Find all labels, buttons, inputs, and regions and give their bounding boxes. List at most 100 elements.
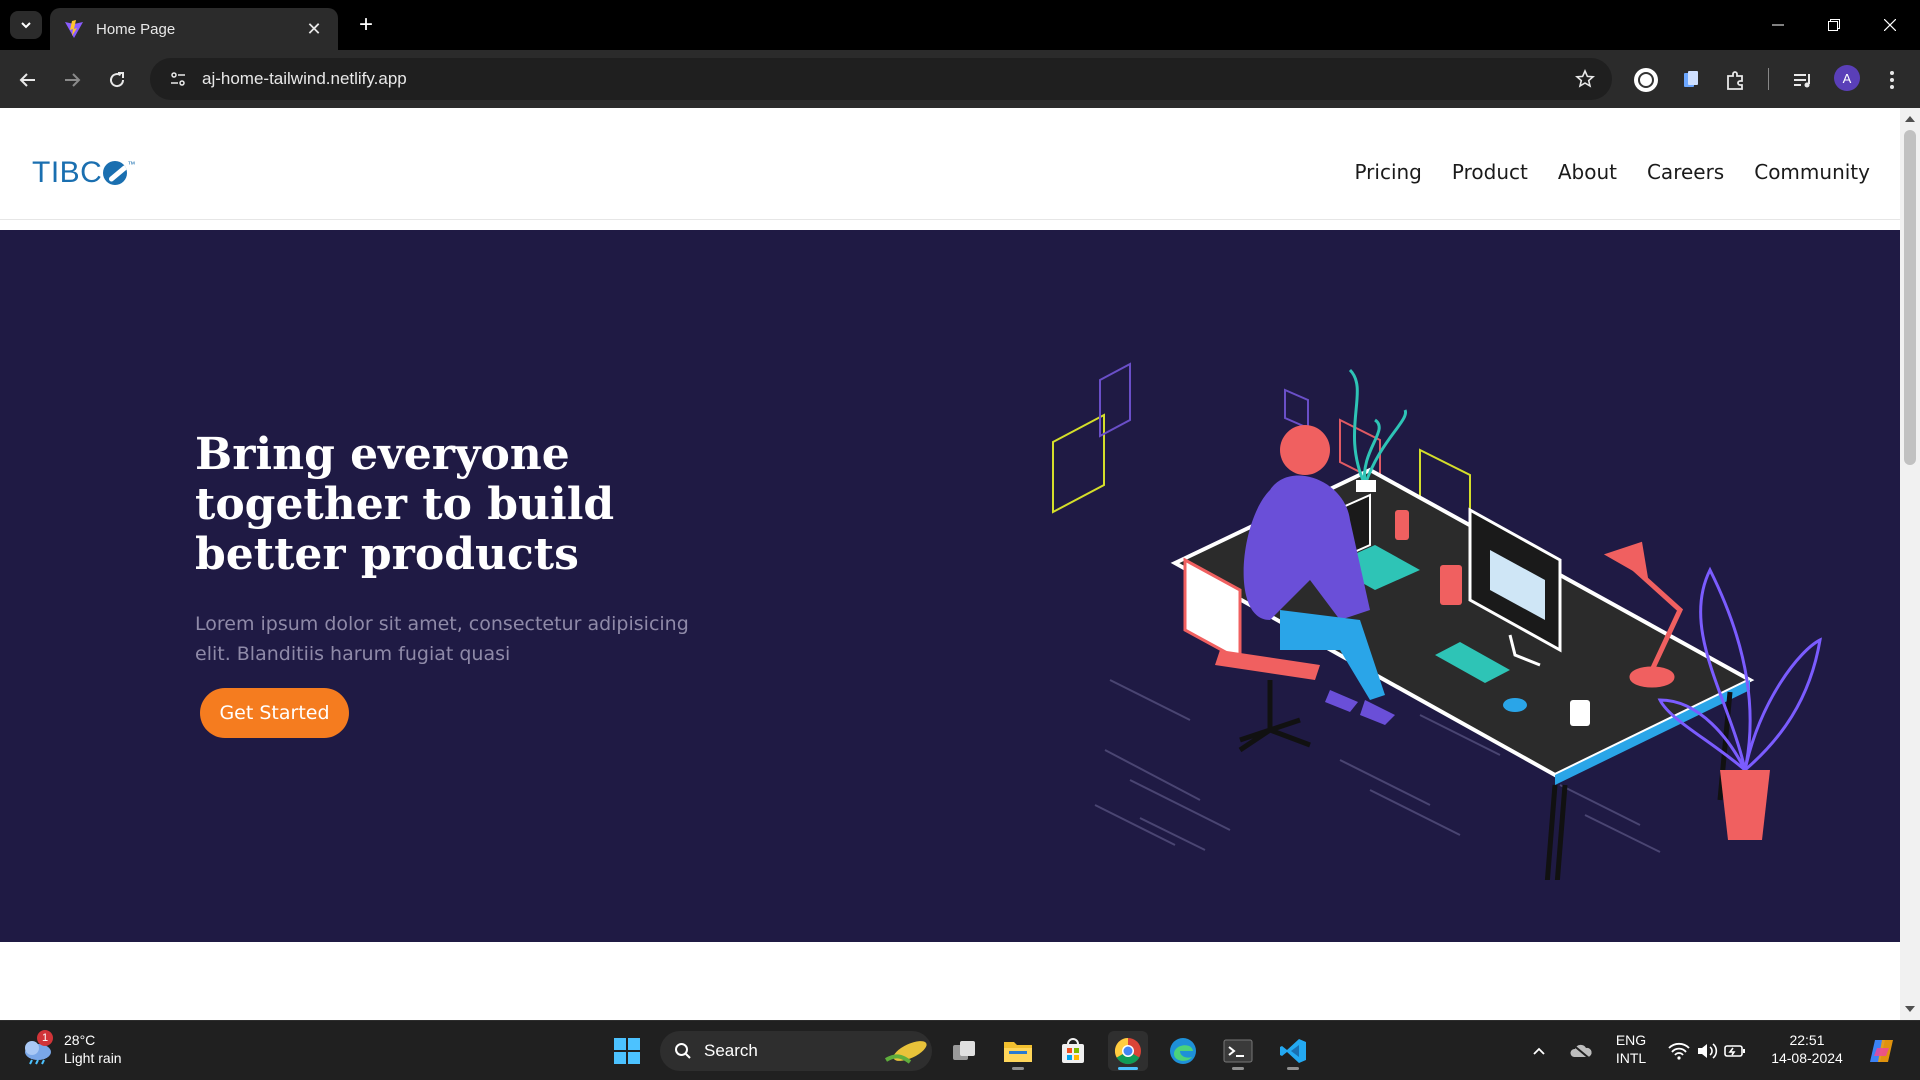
task-view-button[interactable]: [944, 1031, 984, 1071]
weather-temp: 28°C: [64, 1032, 96, 1048]
corn-highlight-icon: [884, 1041, 927, 1064]
edge-icon: [1170, 1038, 1196, 1064]
weather-condition: Light rain: [64, 1050, 122, 1066]
nav-link-product[interactable]: Product: [1452, 160, 1528, 184]
nav-link-about[interactable]: About: [1558, 160, 1617, 184]
page-viewport: TIBC ™ Pricing Product About Careers Com…: [0, 108, 1900, 1020]
edge-button[interactable]: [1163, 1031, 1203, 1071]
arrow-left-icon: [19, 73, 35, 87]
show-hidden-icons-button[interactable]: [1524, 1031, 1554, 1071]
clock-time: 22:51: [1789, 1032, 1825, 1048]
chrome-button[interactable]: [1108, 1031, 1148, 1071]
minimize-icon: [1772, 24, 1784, 26]
language-bottom: INTL: [1615, 1050, 1647, 1066]
rain-cloud-icon: 1: [20, 1030, 54, 1066]
vscode-icon: [1280, 1039, 1306, 1063]
terminal-button[interactable]: [1218, 1031, 1258, 1071]
chrome-icon: [1114, 1037, 1141, 1065]
start-button[interactable]: [607, 1031, 647, 1071]
logo-text: TIBC: [32, 156, 103, 189]
hero-title: Bring everyone together to build better …: [195, 429, 615, 580]
store-bag-icon: [1062, 1038, 1084, 1063]
extension-docs-icon[interactable]: [1675, 64, 1707, 96]
quick-settings-button[interactable]: [1660, 1031, 1754, 1071]
running-indicator: [1232, 1067, 1244, 1070]
folder-icon: [1004, 1042, 1032, 1062]
main-nav: Pricing Product About Careers Community: [1354, 160, 1870, 184]
reload-icon: [110, 72, 125, 88]
extension-circle-icon[interactable]: [1630, 64, 1662, 96]
tab-title: Home Page: [96, 20, 176, 38]
copilot-icon: [1870, 1040, 1893, 1062]
language-indicator[interactable]: ENG INTL: [1606, 1031, 1656, 1067]
browser-tab-strip: Home Page ✕ +: [0, 0, 1920, 50]
address-bar[interactable]: aj-home-tailwind.netlify.app: [150, 58, 1612, 100]
restore-icon: [1828, 19, 1840, 31]
site-logo[interactable]: TIBC ™: [32, 156, 136, 190]
weather-widget[interactable]: 1 28°C Light rain: [20, 1030, 122, 1067]
profile-avatar[interactable]: A: [1834, 65, 1860, 91]
volume-icon: [1698, 1043, 1718, 1059]
onedrive-button[interactable]: [1566, 1031, 1596, 1071]
minimize-button[interactable]: [1764, 12, 1792, 38]
hero-subtitle: Lorem ipsum dolor sit amet, consectetur …: [195, 613, 689, 665]
arrow-right-icon: [65, 73, 81, 87]
extensions-puzzle-icon[interactable]: [1720, 64, 1752, 96]
nav-link-careers[interactable]: Careers: [1647, 160, 1724, 184]
clock-date: 14-08-2024: [1771, 1050, 1843, 1066]
toolbar-divider: [1768, 68, 1769, 90]
running-indicator: [1287, 1067, 1299, 1070]
browser-menu-icon[interactable]: [1876, 64, 1908, 96]
scroll-down-arrow-icon[interactable]: [1905, 1006, 1915, 1012]
task-view-icon: [953, 1041, 975, 1060]
workspace-illustration: [1052, 362, 1822, 880]
nav-link-community[interactable]: Community: [1754, 160, 1870, 184]
copilot-button[interactable]: [1862, 1031, 1902, 1071]
forward-button[interactable]: [56, 64, 88, 96]
browser-tab-home[interactable]: Home Page ✕: [50, 8, 338, 50]
scroll-up-arrow-icon[interactable]: [1905, 116, 1915, 122]
reload-button[interactable]: [101, 64, 133, 96]
taskbar-search[interactable]: Search: [660, 1031, 932, 1071]
floor-plant-icon: [1657, 566, 1822, 840]
weather-alert-badge: 1: [37, 1030, 53, 1046]
windows-taskbar: 1 28°C Light rain Search ENG INTL 22:51 …: [0, 1020, 1920, 1080]
battery-icon: [1724, 1045, 1745, 1057]
back-button[interactable]: [12, 64, 44, 96]
search-icon: [675, 1043, 691, 1059]
bookmark-star-icon[interactable]: [1570, 64, 1600, 94]
restore-button[interactable]: [1820, 12, 1848, 38]
logo-o-mark-icon: [103, 161, 128, 185]
mug-icon: [1395, 510, 1409, 540]
active-indicator: [1118, 1067, 1138, 1070]
pen-holder-icon: [1440, 565, 1462, 605]
url-text[interactable]: aj-home-tailwind.netlify.app: [202, 69, 1570, 89]
chevron-up-icon: [1533, 1047, 1545, 1055]
scroll-thumb[interactable]: [1904, 130, 1916, 465]
chevron-down-icon: [21, 22, 31, 29]
browser-toolbar: aj-home-tailwind.netlify.app A: [0, 50, 1920, 108]
hero-section: Bring everyone together to build better …: [0, 230, 1900, 942]
windows-logo-icon: [614, 1038, 640, 1064]
logo-trademark: ™: [127, 160, 136, 169]
tab-search-button[interactable]: [10, 11, 42, 39]
close-icon: [1884, 19, 1896, 31]
nav-link-pricing[interactable]: Pricing: [1354, 160, 1421, 184]
site-info-icon[interactable]: [164, 65, 192, 93]
site-header: TIBC ™ Pricing Product About Careers Com…: [0, 108, 1900, 220]
running-indicator: [1012, 1067, 1024, 1070]
terminal-icon: [1223, 1039, 1253, 1063]
mouse-icon: [1503, 698, 1527, 712]
close-window-button[interactable]: [1876, 12, 1904, 38]
page-scrollbar[interactable]: [1900, 108, 1920, 1020]
vite-favicon-icon: [65, 20, 83, 38]
clock[interactable]: 22:51 14-08-2024: [1762, 1031, 1852, 1067]
get-started-button[interactable]: Get Started: [200, 688, 349, 738]
media-control-icon[interactable]: [1786, 64, 1818, 96]
new-tab-button[interactable]: +: [352, 12, 380, 40]
cloud-offline-icon: [1570, 1043, 1592, 1060]
file-explorer-button[interactable]: [998, 1031, 1038, 1071]
close-tab-icon[interactable]: ✕: [304, 19, 324, 40]
vscode-button[interactable]: [1273, 1031, 1313, 1071]
microsoft-store-button[interactable]: [1053, 1031, 1093, 1071]
